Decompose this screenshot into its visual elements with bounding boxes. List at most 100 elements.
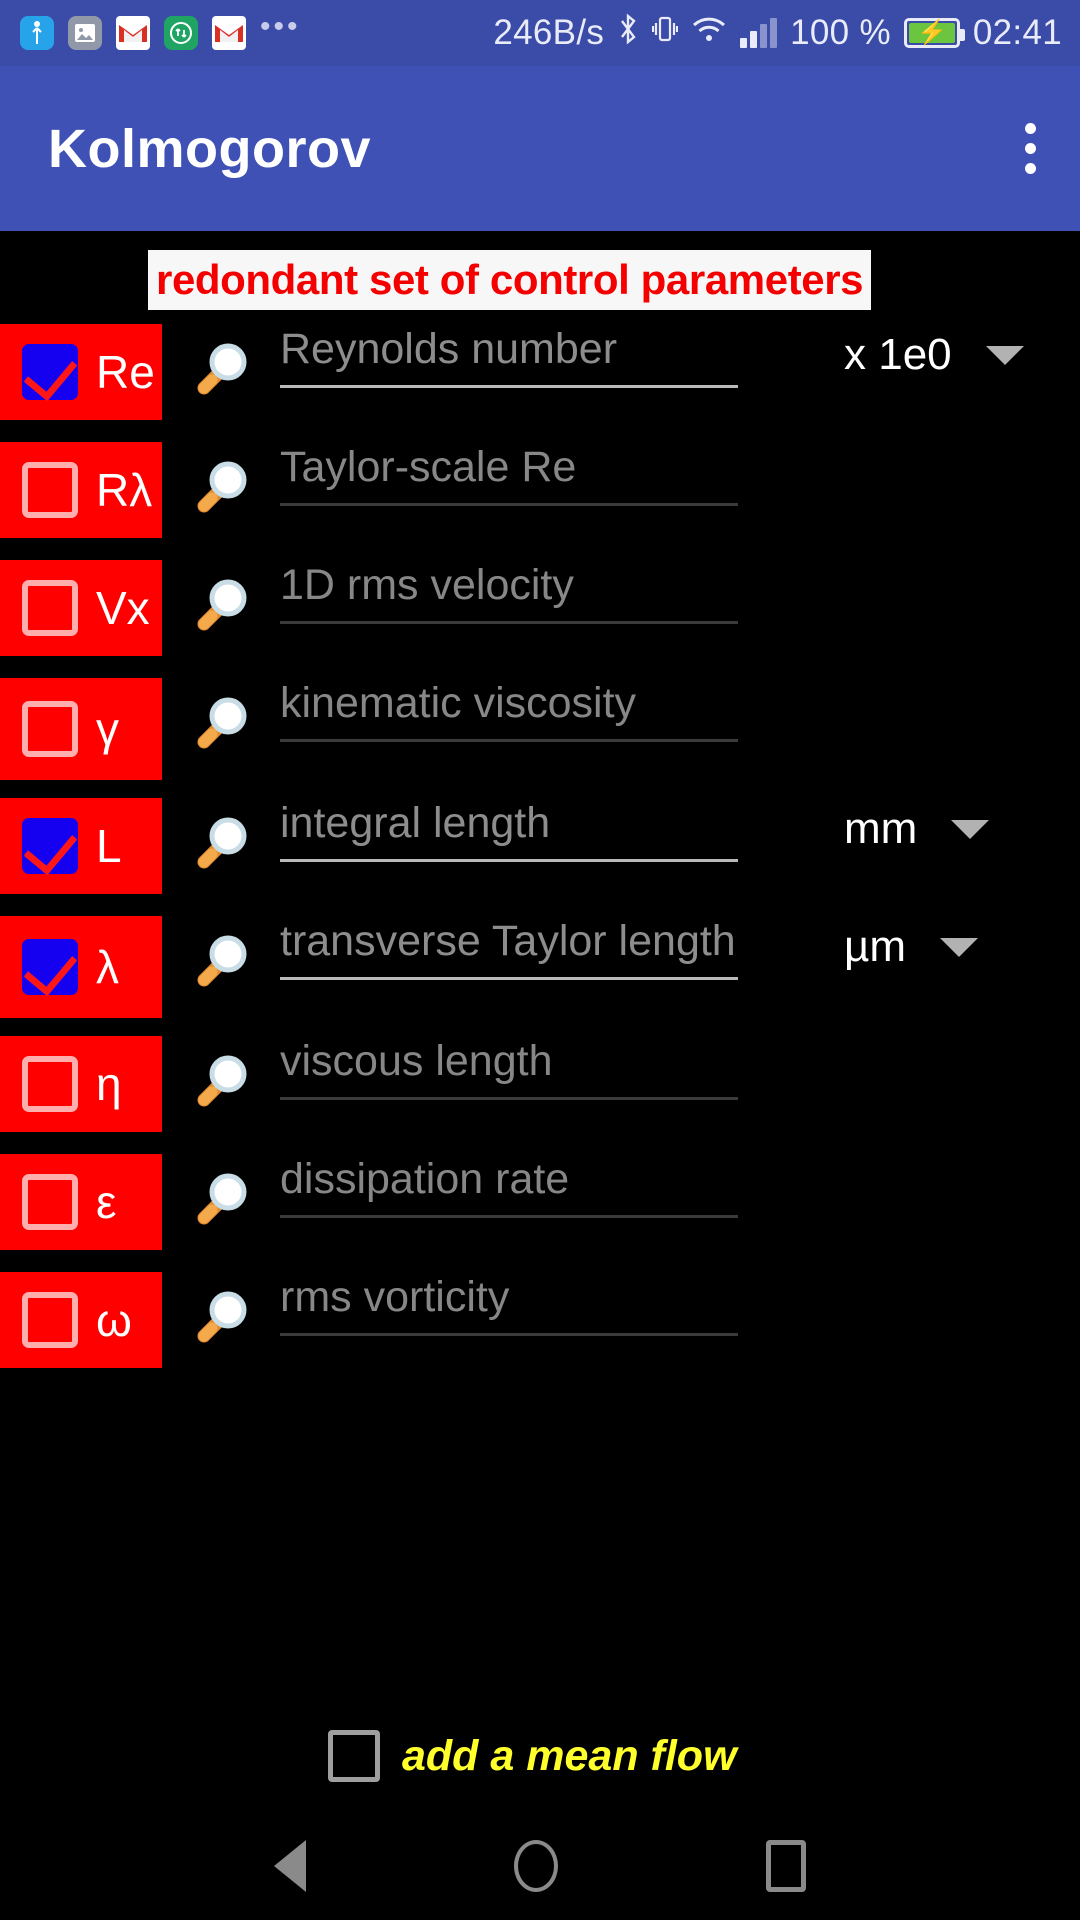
parameter-symbol: ε — [96, 1176, 117, 1228]
parameter-input[interactable]: transverse Taylor length — [280, 916, 738, 988]
parameter-input[interactable]: 1D rms velocity — [280, 560, 738, 632]
parameter-input[interactable]: Taylor-scale Re — [280, 442, 738, 514]
page-title: Kolmogorov — [48, 118, 371, 179]
parameter-symbol: Vx — [96, 582, 150, 634]
parameter-field-wrap: dissipation rate — [280, 1154, 844, 1226]
parameter-placeholder: Taylor-scale Re — [280, 443, 577, 491]
magnifier-icon[interactable] — [162, 1272, 280, 1348]
parameter-row: η viscous length — [0, 1036, 1080, 1132]
parameter-input[interactable]: kinematic viscosity — [280, 678, 738, 750]
unit-selector[interactable]: mm — [844, 798, 1080, 854]
parameter-placeholder: viscous length — [280, 1037, 553, 1085]
input-underline — [280, 976, 738, 980]
parameter-checkbox[interactable] — [22, 939, 78, 995]
magnifier-icon[interactable] — [162, 916, 280, 992]
parameter-symbol: Rλ — [96, 464, 153, 516]
unit-label: mm — [844, 804, 918, 853]
unit-selector[interactable]: x 1e0 — [844, 324, 1080, 380]
magnifier-icon[interactable] — [162, 560, 280, 636]
parameter-placeholder: integral length — [280, 799, 551, 847]
parameter-field-wrap: transverse Taylor length — [280, 916, 844, 988]
usb-icon — [20, 16, 54, 50]
parameter-toggle[interactable]: Rλ — [0, 442, 162, 538]
parameter-toggle[interactable]: ω — [0, 1272, 162, 1368]
parameter-row: ε dissipation rate — [0, 1154, 1080, 1250]
signal-icon — [740, 18, 778, 48]
parameter-checkbox[interactable] — [22, 1056, 78, 1112]
parameter-field-wrap: viscous length — [280, 1036, 844, 1108]
parameter-placeholder: transverse Taylor length — [280, 917, 736, 965]
parameter-toggle[interactable]: η — [0, 1036, 162, 1132]
parameter-placeholder: rms vorticity — [280, 1273, 510, 1321]
parameter-toggle[interactable]: Vx — [0, 560, 162, 656]
parameter-list: Re Reynolds number x 1e0 Rλ Taylor-scale… — [0, 324, 1080, 1390]
parameter-toggle[interactable]: γ — [0, 678, 162, 780]
add-mean-flow-label: add a mean flow — [402, 1731, 737, 1780]
parameter-placeholder: kinematic viscosity — [280, 679, 637, 727]
input-underline — [280, 858, 738, 862]
sync-icon — [164, 16, 198, 50]
parameter-checkbox[interactable] — [22, 1292, 78, 1348]
navigation-bar — [0, 1812, 1080, 1920]
battery-icon: ⚡ — [903, 18, 965, 48]
magnifier-icon[interactable] — [162, 798, 280, 874]
parameter-input[interactable]: viscous length — [280, 1036, 738, 1108]
parameter-field-wrap: Taylor-scale Re — [280, 442, 844, 514]
parameter-checkbox[interactable] — [22, 701, 78, 757]
parameter-input[interactable]: dissipation rate — [280, 1154, 738, 1226]
parameter-row: Re Reynolds number x 1e0 — [0, 324, 1080, 420]
parameter-input[interactable]: Reynolds number — [280, 324, 738, 396]
parameter-input[interactable]: rms vorticity — [280, 1272, 738, 1344]
magnifier-icon[interactable] — [162, 442, 280, 518]
parameter-placeholder: dissipation rate — [280, 1155, 570, 1203]
parameter-field-wrap: 1D rms velocity — [280, 560, 844, 632]
magnifier-icon[interactable] — [162, 1154, 280, 1230]
app-bar: Kolmogorov — [0, 66, 1080, 231]
parameter-symbol: γ — [96, 703, 119, 755]
parameter-placeholder: Reynolds number — [280, 325, 618, 373]
unit-selector[interactable]: µm — [844, 916, 1080, 972]
parameter-toggle[interactable]: Re — [0, 324, 162, 420]
status-bar-system-icons: 246B/s 100 % ⚡ 02:41 — [493, 12, 1080, 54]
parameter-symbol: η — [96, 1058, 122, 1110]
parameter-row: L integral length mm — [0, 798, 1080, 894]
parameter-symbol: λ — [96, 941, 119, 993]
input-underline — [280, 1214, 738, 1218]
clock: 02:41 — [972, 13, 1062, 52]
parameter-field-wrap: integral length — [280, 798, 844, 870]
more-icon: ••• — [260, 10, 301, 43]
banner: redondant set of control parameters — [148, 250, 872, 310]
vibrate-icon — [652, 12, 679, 54]
parameter-row: γ kinematic viscosity — [0, 678, 1080, 780]
parameter-checkbox[interactable] — [22, 462, 78, 518]
home-button-icon[interactable] — [514, 1840, 558, 1892]
parameter-checkbox[interactable] — [22, 580, 78, 636]
magnifier-icon[interactable] — [162, 678, 280, 754]
parameter-toggle[interactable]: λ — [0, 916, 162, 1018]
chevron-down-icon[interactable] — [940, 937, 979, 957]
gmail-icon — [116, 16, 150, 50]
parameter-toggle[interactable]: L — [0, 798, 162, 894]
parameter-input[interactable]: integral length — [280, 798, 738, 870]
parameter-row: Vx 1D rms velocity — [0, 560, 1080, 656]
overflow-menu-icon[interactable] — [1025, 123, 1080, 174]
parameter-checkbox[interactable] — [22, 1174, 78, 1230]
recents-button-icon[interactable] — [766, 1840, 806, 1892]
input-underline — [280, 502, 738, 506]
parameter-toggle[interactable]: ε — [0, 1154, 162, 1250]
magnifier-icon[interactable] — [162, 324, 280, 400]
magnifier-icon[interactable] — [162, 1036, 280, 1112]
add-mean-flow-checkbox[interactable] — [328, 1730, 380, 1782]
banner-text: redondant set of control parameters — [156, 256, 864, 303]
parameter-field-wrap: Reynolds number — [280, 324, 844, 396]
input-underline — [280, 1332, 738, 1336]
chevron-down-icon[interactable] — [951, 819, 990, 839]
parameter-checkbox[interactable] — [22, 344, 78, 400]
chevron-down-icon[interactable] — [985, 345, 1024, 365]
input-underline — [280, 620, 738, 624]
back-button-icon[interactable] — [274, 1840, 306, 1892]
parameter-symbol: ω — [96, 1294, 132, 1346]
parameter-checkbox[interactable] — [22, 818, 78, 874]
add-mean-flow-row[interactable]: add a mean flow — [328, 1730, 737, 1782]
parameter-row: λ transverse Taylor length µm — [0, 916, 1080, 1018]
